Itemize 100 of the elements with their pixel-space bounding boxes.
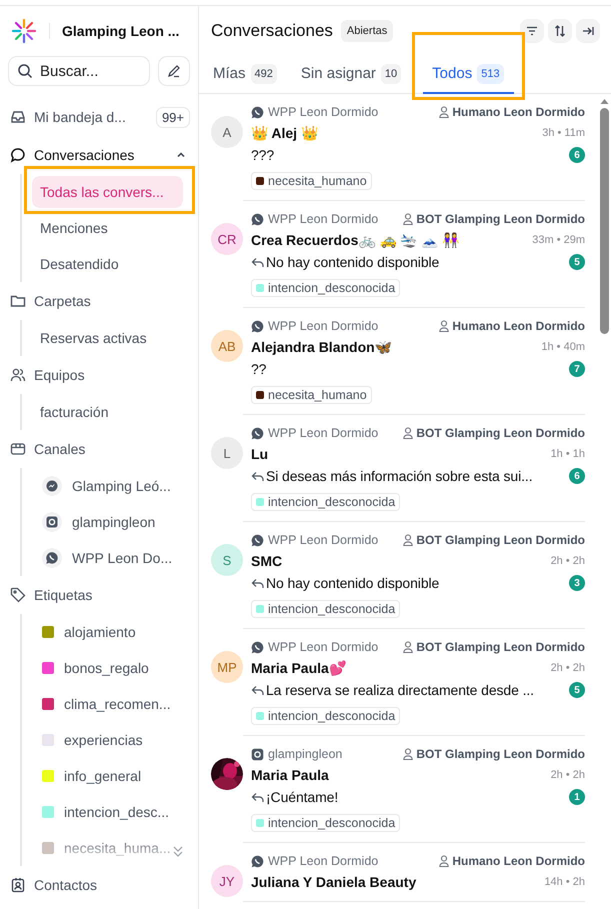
tag-label: intencion_desconocida — [268, 816, 396, 830]
nav-item[interactable]: Glamping Leó... — [72, 472, 179, 500]
assignee-name: Humano Leon Dormido — [452, 854, 585, 868]
nav-label[interactable]: Contactos — [34, 877, 98, 893]
search-field[interactable]: Buscar... — [8, 56, 150, 86]
message-preview: La reserva se realiza directamente desde ... — [266, 682, 534, 698]
whatsapp-icon — [251, 212, 264, 226]
contact-card-icon — [10, 877, 26, 893]
timestamp: 1h • 40m — [541, 340, 585, 352]
status-chip[interactable]: Abiertas — [340, 20, 394, 42]
contact-name: Alejandra Blandon🦋 — [251, 338, 392, 354]
whatsapp-icon — [42, 548, 62, 568]
avatar: MP — [211, 651, 243, 683]
person-icon — [403, 641, 414, 653]
sort-icon — [554, 24, 566, 36]
nav-item[interactable]: Menciones — [32, 214, 116, 242]
conversation-row[interactable]: MP WPP Leon Dormido BOT Glamping Leon Dormido Maria Paula💕 2h • 2h La reserva se realiza directamente desde ... 5 intencion_desconocida — [211, 629, 585, 736]
nav-label[interactable]: Conversaciones — [34, 147, 134, 163]
nav-item[interactable]: Todas las convers... — [32, 176, 183, 208]
filter-button[interactable] — [520, 18, 544, 42]
timestamp: 2h • 2h — [550, 662, 585, 674]
contact-name: Maria Paula — [251, 766, 329, 782]
unread-badge: 1 — [569, 789, 585, 805]
nav-item[interactable]: experiencias — [64, 726, 151, 754]
nav-item[interactable]: WPP Leon Do... — [72, 544, 180, 572]
tab[interactable]: Todos 513 — [423, 55, 514, 94]
nav-item[interactable]: Reservas activas — [32, 324, 155, 352]
nav-label[interactable]: Canales — [34, 441, 86, 457]
channels-icon — [10, 441, 26, 457]
unread-badge: 6 — [569, 147, 585, 163]
assignee-name: Humano Leon Dormido — [452, 319, 585, 333]
nav-item[interactable]: alojamiento — [64, 618, 144, 646]
message-preview: ¡Cuéntame! — [266, 789, 338, 805]
tab[interactable]: Sin asignar 10 — [298, 55, 404, 94]
conversation-row[interactable]: CR WPP Leon Dormido BOT Glamping Leon Dormido Crea Recuerdos🚲 🚕 🛬 🗻 👭 33m • 29m No hay contenido disponible 5 intencion_desconocida — [211, 201, 585, 308]
contact-name: Juliana Y Daniela Beauty — [251, 874, 416, 890]
person-icon — [403, 213, 414, 225]
chevron-icon[interactable] — [176, 150, 186, 160]
person-icon — [403, 534, 414, 546]
conversation-row[interactable]: A WPP Leon Dormido Humano Leon Dormido 👑 Alej 👑 3h • 11m ??? 6 necesita_humano — [211, 94, 585, 201]
unread-badge: 6 — [569, 468, 585, 484]
person-icon — [403, 748, 414, 760]
tag-icon — [10, 587, 26, 603]
count-badge: 492 — [250, 64, 277, 84]
message-preview: Si deseas más información sobre esta sui... — [266, 468, 532, 484]
contact-name: Maria Paula💕 — [251, 660, 346, 676]
nav-label[interactable]: Equipos — [34, 367, 85, 383]
nav-item[interactable]: info_general — [64, 762, 150, 790]
nav-item[interactable]: Desatendido — [32, 250, 127, 278]
person-icon — [439, 106, 450, 118]
avatar: CR — [211, 223, 243, 255]
people-icon — [10, 367, 26, 383]
avatar: A — [211, 116, 243, 148]
channel-name: WPP Leon Dormido — [268, 105, 378, 119]
count-badge: 513 — [477, 64, 504, 84]
timestamp: 33m • 29m — [532, 234, 585, 246]
channel-name: WPP Leon Dormido — [268, 533, 378, 547]
nav-item[interactable]: intencion_desc... — [64, 798, 178, 826]
nav-item[interactable]: glampingleon — [72, 508, 164, 536]
nav-label[interactable]: Etiquetas — [34, 587, 92, 603]
filter-icon — [526, 26, 538, 36]
arrow-to-right-icon — [582, 26, 594, 36]
timestamp: 2h • 2h — [550, 768, 585, 780]
tab-label: Todos — [432, 65, 472, 82]
tag-label: necesita_humano — [268, 174, 367, 188]
sort-button[interactable] — [548, 18, 572, 42]
assignee-name: BOT Glamping Leon Dormido — [416, 747, 585, 761]
conversation-row[interactable]: AB WPP Leon Dormido Humano Leon Dormido Alejandra Blandon🦋 1h • 40m ?? 7 necesita_humano — [211, 308, 585, 415]
assignee-name: BOT Glamping Leon Dormido — [416, 212, 585, 226]
nav-label[interactable]: Mi bandeja d... — [34, 109, 126, 125]
collapse-button[interactable] — [576, 18, 600, 42]
unread-badge: 3 — [569, 575, 585, 591]
workspace-name[interactable]: Glamping Leon ... — [62, 23, 180, 39]
nav-label[interactable]: Carpetas — [34, 293, 91, 309]
scrollbar[interactable] — [600, 99, 609, 334]
assignee-name: BOT Glamping Leon Dormido — [416, 426, 585, 440]
nav-item[interactable]: facturación — [32, 398, 116, 426]
assignee-name: BOT Glamping Leon Dormido — [416, 640, 585, 654]
conversation-row[interactable]: glampingleon BOT Glamping Leon Dormido Maria Paula 2h • 2h ¡Cuéntame! 1 intencion_desconocida — [211, 736, 585, 843]
logo-icon — [11, 18, 37, 44]
folder-icon — [10, 293, 26, 309]
person-icon — [439, 320, 450, 332]
message-preview: ??? — [251, 147, 274, 163]
conversation-row[interactable]: L WPP Leon Dormido BOT Glamping Leon Dormido Lu 1h • 1h Si deseas más información sobre esta sui... 6 intencion_desconocida — [211, 415, 585, 522]
nav-item[interactable]: clima_recomen... — [64, 690, 179, 718]
tag-label: intencion_desconocida — [268, 495, 396, 509]
nav-item[interactable]: bonos_regalo — [64, 654, 157, 682]
whatsapp-icon — [251, 534, 264, 546]
count-badge: 99+ — [156, 106, 190, 128]
whatsapp-icon — [251, 426, 264, 440]
page-title: Conversaciones — [211, 20, 333, 40]
message-preview: ?? — [251, 361, 266, 377]
tab[interactable]: Mías 492 — [211, 55, 279, 94]
compose-button[interactable] — [158, 56, 190, 86]
channel-name: WPP Leon Dormido — [268, 854, 378, 868]
conversation-row[interactable]: JY WPP Leon Dormido Humano Leon Dormido Juliana Y Daniela Beauty 14h • 2h — [211, 843, 585, 902]
avatar: S — [211, 544, 243, 576]
message-preview: No hay contenido disponible — [266, 254, 440, 270]
person-icon — [403, 427, 414, 439]
conversation-row[interactable]: S WPP Leon Dormido BOT Glamping Leon Dormido SMC 2h • 2h No hay contenido disponible 3 intencion_desconocida — [211, 522, 585, 629]
